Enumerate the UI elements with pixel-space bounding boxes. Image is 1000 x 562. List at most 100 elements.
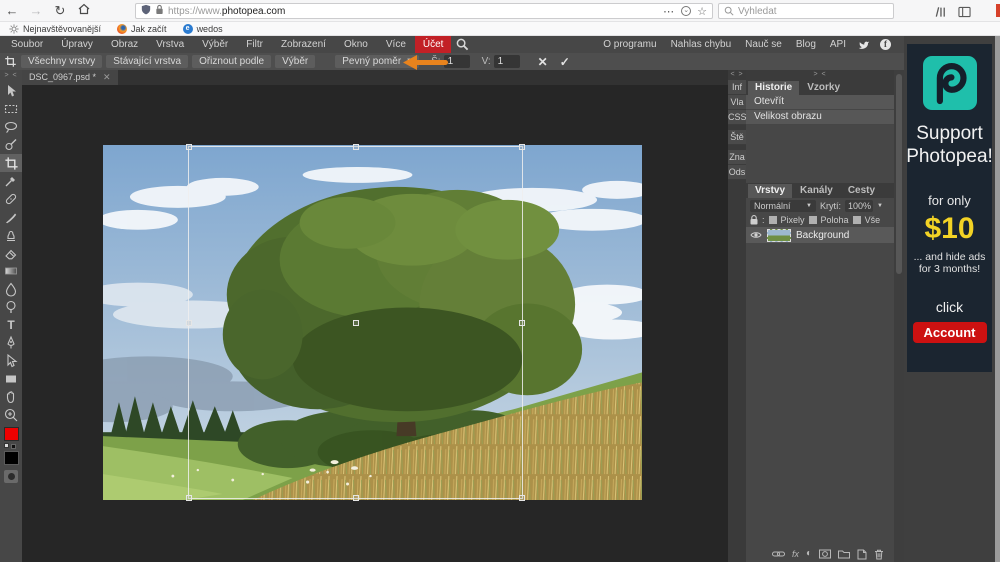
adjustment-layer-icon[interactable]: ◐ [806, 549, 812, 559]
gradient-tool[interactable] [0, 262, 22, 280]
search-input[interactable] [738, 6, 878, 17]
background-color-swatch[interactable] [4, 451, 19, 465]
canvas-area[interactable] [22, 85, 728, 562]
panel-tab-paragraph[interactable]: Ods [728, 165, 746, 180]
twitter-icon[interactable] [858, 39, 870, 50]
tab-layers[interactable]: Vrstvy [748, 184, 792, 198]
bookmark-most-visited[interactable]: Nejnavštěvovanější [9, 24, 101, 34]
pen-tool[interactable] [0, 334, 22, 352]
page-actions-icon[interactable]: ⋯ [663, 5, 675, 18]
crop-selection[interactable] [188, 146, 523, 499]
shape-tool[interactable] [0, 370, 22, 388]
zoom-tool[interactable] [0, 406, 22, 424]
menu-image[interactable]: Obraz [102, 36, 147, 53]
photo-document[interactable] [103, 145, 642, 500]
marquee-tool[interactable] [0, 100, 22, 118]
lasso-tool[interactable] [0, 118, 22, 136]
move-tool[interactable] [0, 82, 22, 100]
all-layers-button[interactable]: Všechny vrstvy [21, 55, 102, 68]
crop-handle-s[interactable] [353, 495, 359, 501]
collapse-panels-icon[interactable]: > < [746, 70, 894, 80]
opacity-input[interactable]: 100% [845, 200, 873, 212]
menu-learn[interactable]: Nauč se [738, 36, 789, 53]
layer-thumbnail[interactable] [767, 229, 791, 242]
lock-icon[interactable] [155, 2, 164, 20]
clone-stamp-tool[interactable] [0, 226, 22, 244]
menu-filter[interactable]: Filtr [237, 36, 272, 53]
document-tab[interactable]: DSC_0967.psd * ✕ [22, 70, 118, 85]
panel-tab-brush[interactable]: Ště [728, 130, 746, 145]
close-icon[interactable]: ✕ [103, 70, 111, 85]
history-item-image-size[interactable]: Velikost obrazu [746, 110, 894, 125]
menu-file[interactable]: Soubor [2, 36, 52, 53]
type-tool[interactable]: T [0, 316, 22, 334]
blur-tool[interactable] [0, 280, 22, 298]
link-layers-icon[interactable] [772, 550, 785, 558]
layer-mask-icon[interactable] [819, 549, 831, 559]
crop-handle-w[interactable] [186, 320, 192, 326]
blend-mode-dropdown[interactable]: Normální ▼ [750, 200, 816, 212]
panel-tab-properties[interactable]: Vla [728, 95, 746, 110]
lock-icon[interactable] [750, 215, 758, 225]
current-layer-button[interactable]: Stávající vrstva [106, 55, 188, 68]
quick-mask-button[interactable] [4, 470, 18, 483]
panel-tab-character[interactable]: Zna [728, 150, 746, 165]
selection-button[interactable]: Výběr [275, 55, 315, 68]
height-input[interactable]: 1 [494, 55, 520, 68]
opacity-chevron-icon[interactable]: ▼ [877, 203, 883, 209]
menu-window[interactable]: Okno [335, 36, 377, 53]
bookmark-star-icon[interactable]: ☆ [697, 5, 707, 18]
menu-layer[interactable]: Vrstva [147, 36, 193, 53]
eyedropper-tool[interactable] [0, 172, 22, 190]
pocket-icon[interactable]: ⌄ [681, 6, 691, 16]
browser-search[interactable] [718, 3, 894, 19]
panel-tab-css[interactable]: CSS [728, 110, 746, 125]
tab-history[interactable]: Historie [748, 81, 799, 95]
spot-healing-tool[interactable] [0, 190, 22, 208]
sidebar-icon[interactable] [958, 5, 971, 23]
forward-icon[interactable]: → [24, 1, 48, 21]
support-ad[interactable]: Support Photopea! for only $10 ... and h… [907, 44, 992, 372]
foreground-color-swatch[interactable] [4, 427, 19, 441]
new-layer-icon[interactable] [857, 549, 867, 560]
collapse-tools-icon[interactable]: > < [4, 70, 17, 82]
panel-tab-info[interactable]: Inf [728, 80, 746, 95]
account-button[interactable]: Account [913, 322, 987, 343]
window-scrollbar[interactable] [995, 36, 1000, 562]
lock-position-checkbox[interactable] [809, 216, 817, 224]
back-icon[interactable]: ← [0, 1, 24, 21]
eraser-tool[interactable] [0, 244, 22, 262]
bookmark-wedos[interactable]: e wedos [183, 24, 223, 34]
menu-account[interactable]: Účet [415, 36, 452, 53]
library-icon[interactable] [934, 5, 947, 23]
tab-channels[interactable]: Kanály [793, 184, 840, 198]
crop-tool[interactable] [0, 154, 22, 172]
layer-row[interactable]: Background [746, 227, 894, 243]
path-select-tool[interactable] [0, 352, 22, 370]
new-group-folder-icon[interactable] [838, 549, 850, 559]
bookmark-get-started[interactable]: Jak začít [117, 24, 167, 34]
layer-visibility-eye-icon[interactable] [750, 231, 762, 239]
menu-edit[interactable]: Úpravy [52, 36, 102, 53]
menu-more[interactable]: Více [377, 36, 415, 53]
swap-colors-icon[interactable] [3, 442, 19, 451]
menu-select[interactable]: Výběr [193, 36, 237, 53]
brush-tool[interactable] [0, 208, 22, 226]
quick-selection-tool[interactable] [0, 136, 22, 154]
crop-handle-sw[interactable] [186, 495, 192, 501]
trim-by-button[interactable]: Ořiznout podle [192, 55, 271, 68]
lock-pixels-checkbox[interactable] [769, 216, 777, 224]
crop-handle-ne[interactable] [519, 144, 525, 150]
crop-handle-nw[interactable] [186, 144, 192, 150]
crop-handle-e[interactable] [519, 320, 525, 326]
panel-scrollbar[interactable] [894, 70, 904, 562]
facebook-icon[interactable]: f [880, 39, 891, 50]
menu-report-bug[interactable]: Nahlas chybu [664, 36, 739, 53]
crop-handle-center[interactable] [353, 320, 359, 326]
menu-search-icon[interactable] [456, 38, 469, 51]
delete-layer-trash-icon[interactable] [874, 549, 884, 560]
reload-icon[interactable]: ↻ [48, 1, 72, 21]
confirm-crop-icon[interactable]: ✓ [560, 55, 570, 69]
tab-paths[interactable]: Cesty [841, 184, 882, 198]
menu-about[interactable]: O programu [596, 36, 663, 53]
